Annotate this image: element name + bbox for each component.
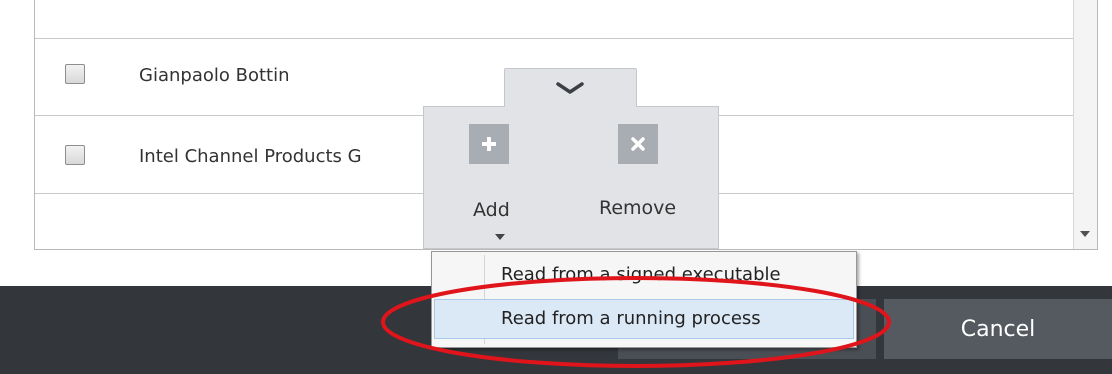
add-icon[interactable] [469, 124, 509, 164]
row-label: Intel Channel Products G [139, 146, 362, 167]
cancel-button[interactable]: Cancel [884, 299, 1112, 359]
menu-item-label: Read from a signed executable [501, 264, 781, 285]
close-icon[interactable] [618, 124, 658, 164]
add-dropdown-menu: Read from a signed executable Read from … [431, 251, 857, 348]
row-checkbox[interactable] [65, 145, 85, 165]
menu-item-signed-executable[interactable]: Read from a signed executable [434, 255, 854, 295]
tab-join [505, 104, 636, 108]
add-button[interactable]: Add [473, 199, 510, 221]
dropdown-arrow-icon[interactable] [495, 234, 505, 240]
row-checkbox[interactable] [65, 64, 85, 84]
menu-item-label: Read from a running process [501, 308, 761, 329]
scroll-down-arrow-icon[interactable] [1080, 231, 1090, 237]
menu-item-running-process[interactable]: Read from a running process [434, 299, 854, 339]
vertical-scrollbar[interactable] [1073, 0, 1097, 249]
row-label: Gianpaolo Bottin [139, 65, 290, 86]
toolbar-collapse-tab[interactable] [504, 68, 637, 108]
chevron-down-icon[interactable] [555, 81, 585, 95]
remove-button[interactable]: Remove [599, 197, 676, 219]
toolbar-panel: Add Remove [423, 106, 719, 249]
list-row [35, 0, 1073, 39]
